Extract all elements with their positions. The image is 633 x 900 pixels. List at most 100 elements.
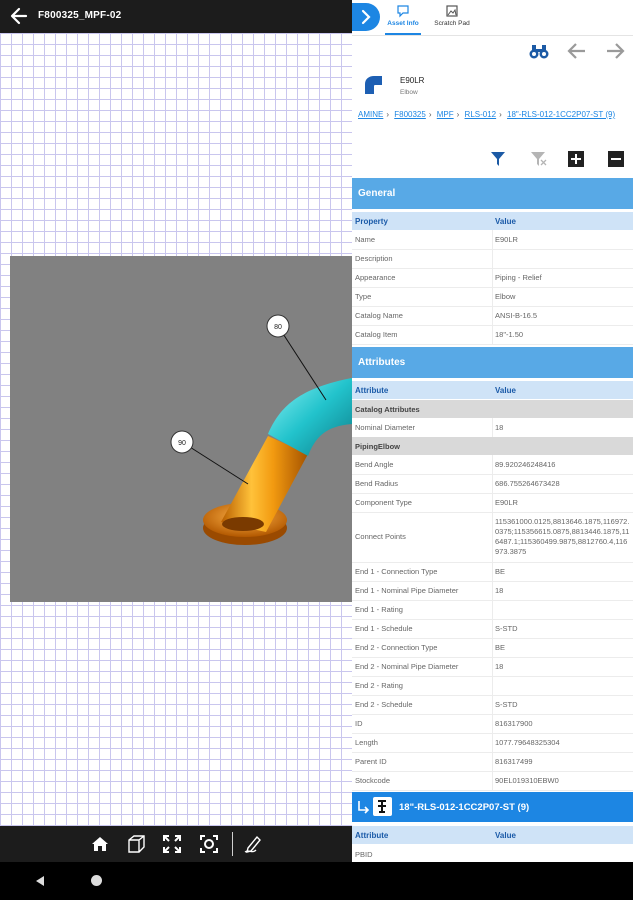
3d-viewport[interactable]: 80 90	[10, 256, 352, 602]
pipe-elbow-model[interactable]: 80 90	[10, 256, 352, 602]
table-row[interactable]: End 2 - Schedule S-STD	[352, 695, 633, 715]
home-icon[interactable]	[90, 834, 110, 854]
column-divider	[492, 418, 493, 437]
table-row[interactable]: End 1 - Connection Type BE	[352, 562, 633, 582]
table-row[interactable]: Name E90LR	[352, 230, 633, 250]
table-row[interactable]: End 2 - Rating	[352, 676, 633, 696]
model-viewer[interactable]: F800325_MPF-02 80 90	[0, 0, 352, 862]
row-value: 18	[495, 423, 504, 432]
breadcrumb-separator: ›	[386, 110, 390, 119]
column-divider	[492, 268, 493, 287]
related-column-header: Attribute Value	[352, 826, 633, 844]
row-value: 18"-1.50	[495, 330, 524, 339]
section-attributes-header[interactable]: Attributes	[352, 347, 633, 378]
zoom-selection-icon[interactable]	[199, 834, 219, 854]
row-value: Elbow	[495, 292, 516, 301]
tab-asset-info[interactable]: Asset Info	[379, 2, 427, 35]
table-row: PBID	[352, 845, 633, 862]
table-row[interactable]: Connect Points 115361000.0125,8813646.187…	[352, 512, 633, 563]
column-divider	[492, 600, 493, 619]
table-row[interactable]: Component Type E90LR	[352, 493, 633, 513]
tab-asset-info-label: Asset Info	[387, 20, 419, 27]
fit-view-icon[interactable]	[162, 834, 182, 854]
scratch-pad-icon	[446, 5, 458, 17]
table-row[interactable]: Length 1077.79648325304	[352, 733, 633, 753]
breadcrumb-pipeline[interactable]: 18"-RLS-012-1CC2P07-ST (9)	[507, 110, 615, 119]
group-catalog-attributes-label: Catalog Attributes	[355, 405, 420, 414]
row-key: Nominal Diameter	[355, 423, 416, 432]
column-divider	[492, 493, 493, 512]
table-row[interactable]: Type Elbow	[352, 287, 633, 307]
row-key: Stockcode	[355, 776, 391, 785]
table-row[interactable]: Appearance Piping - Relief	[352, 268, 633, 288]
row-value: 18	[495, 586, 504, 595]
table-row[interactable]: End 1 - Rating	[352, 600, 633, 620]
column-divider	[492, 733, 493, 752]
table-row[interactable]: End 2 - Connection Type BE	[352, 638, 633, 658]
group-catalog-attributes[interactable]: Catalog Attributes	[352, 400, 633, 418]
table-row[interactable]: End 2 - Nominal Pipe Diameter 18	[352, 657, 633, 677]
asset-type: Elbow	[400, 89, 418, 96]
table-row[interactable]: Nominal Diameter 18	[352, 418, 633, 438]
row-key: ID	[355, 719, 363, 728]
parent-link-icon	[358, 801, 370, 814]
row-value: 816317900	[495, 719, 533, 728]
related-item-title: 18"-RLS-012-1CC2P07-ST (9)	[399, 802, 530, 813]
filter-toolbar	[352, 145, 633, 175]
collapse-panel-button[interactable]	[352, 3, 380, 31]
pipeline-icon	[373, 797, 392, 816]
column-divider	[492, 676, 493, 695]
table-row[interactable]: End 1 - Schedule S-STD	[352, 619, 633, 639]
table-row[interactable]: Catalog Item 18"-1.50	[352, 325, 633, 345]
related-item-header[interactable]: 18"-RLS-012-1CC2P07-ST (9)	[352, 792, 633, 822]
asset-info-panel: Asset Info Scratch Pad E90LR Elbow AMINE…	[352, 0, 633, 862]
breadcrumb-amine[interactable]: AMINE	[358, 110, 383, 119]
table-row[interactable]: Catalog Name ANSI-B-16.5	[352, 306, 633, 326]
table-row[interactable]: ID 816317900	[352, 714, 633, 734]
row-value: 89.920246248416	[495, 460, 556, 469]
row-key: Type	[355, 292, 372, 301]
leader-line-90	[181, 441, 249, 485]
column-divider	[492, 695, 493, 714]
filter-icon[interactable]	[489, 150, 507, 168]
tab-scratch-pad[interactable]: Scratch Pad	[428, 2, 476, 27]
row-key: Component Type	[355, 498, 412, 507]
group-piping-elbow[interactable]: PipingElbow	[352, 437, 633, 455]
forward-arrow-icon[interactable]	[604, 40, 626, 62]
column-divider	[492, 306, 493, 325]
cube-icon[interactable]	[126, 834, 146, 854]
clear-filter-icon[interactable]	[529, 150, 547, 168]
breadcrumb-rls-012[interactable]: RLS-012	[465, 110, 497, 119]
row-key: End 2 - Connection Type	[355, 643, 438, 652]
row-value: E90LR	[495, 498, 518, 507]
table-row[interactable]: Bend Angle 89.920246248416	[352, 455, 633, 475]
nav-back-icon[interactable]	[34, 875, 46, 887]
binoculars-icon[interactable]	[528, 40, 550, 62]
section-general-header[interactable]: General	[352, 178, 633, 209]
column-attribute: Attribute	[355, 386, 389, 395]
row-key: Connect Points	[355, 532, 406, 541]
row-value: 1077.79648325304	[495, 738, 560, 747]
table-row[interactable]: Bend Radius 686.755264673428	[352, 474, 633, 494]
row-key: End 1 - Nominal Pipe Diameter	[355, 586, 459, 595]
collapse-all-icon[interactable]	[607, 150, 625, 168]
row-value: S-STD	[495, 700, 518, 709]
expand-all-icon[interactable]	[567, 150, 585, 168]
breadcrumb-separator: ›	[456, 110, 460, 119]
table-row[interactable]: Description	[352, 249, 633, 269]
row-key: Bend Radius	[355, 479, 398, 488]
table-row[interactable]: Stockcode 90EL019310EBW0	[352, 771, 633, 791]
attributes-column-header: Attribute Value	[352, 381, 633, 399]
back-arrow-icon[interactable]	[9, 5, 29, 27]
nav-home-icon[interactable]	[91, 875, 102, 886]
pipe-opening	[222, 517, 264, 531]
table-row[interactable]: End 1 - Nominal Pipe Diameter 18	[352, 581, 633, 601]
section-attributes-title: Attributes	[358, 357, 406, 368]
breadcrumb-f800325[interactable]: F800325	[394, 110, 426, 119]
table-row[interactable]: Parent ID 816317499	[352, 752, 633, 772]
breadcrumb-mpf[interactable]: MPF	[437, 110, 454, 119]
row-value: 18	[495, 662, 504, 671]
back-arrow-icon[interactable]	[566, 40, 588, 62]
column-divider	[492, 714, 493, 733]
markup-pen-icon[interactable]	[243, 834, 263, 854]
